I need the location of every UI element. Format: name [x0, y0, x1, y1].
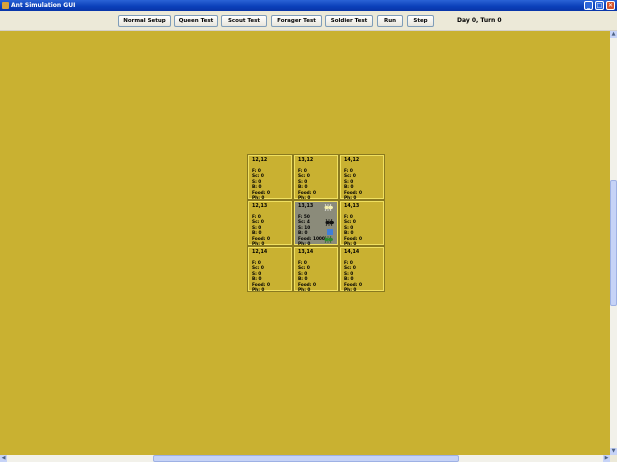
scroll-up-arrow-icon[interactable]: ▲	[610, 31, 617, 38]
grid-cell-14-13[interactable]: 14,13 F: 0 Sc: 0 S: 0 B: 0 Food: 0 Ph: 0	[339, 200, 385, 247]
cell-coordinates: 14,13	[344, 204, 360, 209]
grid-cell-13-13[interactable]: 13,13 F: 50 Sc: 4 S: 10 B: 0 Food: 1000 …	[293, 200, 339, 247]
scout-ant-icon	[324, 204, 333, 211]
close-button[interactable]: ✕	[606, 1, 615, 10]
run-button[interactable]: Run	[377, 15, 403, 27]
grid-cell-12-14[interactable]: 12,14 F: 0 Sc: 0 S: 0 B: 0 Food: 0 Ph: 0	[247, 246, 293, 293]
maximize-button[interactable]: □	[595, 1, 604, 10]
queen-ant-icon	[327, 229, 333, 235]
scroll-left-arrow-icon[interactable]: ◀	[0, 455, 7, 462]
pheromone-level: Ph: 0	[344, 288, 357, 293]
window-title: Ant Simulation GUI	[11, 2, 76, 9]
cell-coordinates: 14,14	[344, 250, 360, 255]
forager-test-button[interactable]: Forager Test	[271, 15, 322, 27]
forager-ant-icon	[324, 236, 333, 243]
horizontal-scroll-thumb[interactable]	[153, 455, 459, 462]
scroll-down-arrow-icon[interactable]: ▼	[610, 448, 617, 455]
grid-cell-12-13[interactable]: 12,13 F: 0 Sc: 0 S: 0 B: 0 Food: 0 Ph: 0	[247, 200, 293, 247]
scout-test-button[interactable]: Scout Test	[221, 15, 267, 27]
title-bar[interactable]: Ant Simulation GUI _ □ ✕	[0, 0, 617, 11]
scroll-right-arrow-icon[interactable]: ▶	[603, 455, 610, 462]
minimize-button[interactable]: _	[584, 1, 593, 10]
colony-grid: 12,12 F: 0 Sc: 0 S: 0 B: 0 Food: 0 Ph: 0…	[247, 154, 387, 294]
grid-cell-14-12[interactable]: 14,12 F: 0 Sc: 0 S: 0 B: 0 Food: 0 Ph: 0	[339, 154, 385, 201]
app-icon	[2, 2, 9, 9]
pheromone-level: Ph: 0	[298, 288, 311, 293]
pheromone-level: Ph: 0	[252, 288, 265, 293]
vertical-scroll-thumb[interactable]	[610, 180, 617, 306]
cell-coordinates: 12,14	[252, 250, 268, 255]
cell-coordinates: 12,12	[252, 158, 268, 163]
day-turn-status: Day 0, Turn 0	[457, 17, 502, 24]
normal-setup-button[interactable]: Normal Setup	[118, 15, 171, 27]
step-button[interactable]: Step	[407, 15, 434, 27]
soldier-ant-icon	[325, 219, 334, 226]
grid-cell-13-12[interactable]: 13,12 F: 0 Sc: 0 S: 0 B: 0 Food: 0 Ph: 0	[293, 154, 339, 201]
soldier-test-button[interactable]: Soldier Test	[325, 15, 373, 27]
cell-coordinates: 13,14	[298, 250, 314, 255]
cell-coordinates: 13,12	[298, 158, 314, 163]
toolbar: Normal Setup Queen Test Scout Test Forag…	[0, 11, 617, 31]
queen-test-button[interactable]: Queen Test	[174, 15, 218, 27]
grid-cell-12-12[interactable]: 12,12 F: 0 Sc: 0 S: 0 B: 0 Food: 0 Ph: 0	[247, 154, 293, 201]
grid-cell-13-14[interactable]: 13,14 F: 0 Sc: 0 S: 0 B: 0 Food: 0 Ph: 0	[293, 246, 339, 293]
grid-cell-14-14[interactable]: 14,14 F: 0 Sc: 0 S: 0 B: 0 Food: 0 Ph: 0	[339, 246, 385, 293]
cell-coordinates: 14,12	[344, 158, 360, 163]
cell-coordinates: 12,13	[252, 204, 268, 209]
